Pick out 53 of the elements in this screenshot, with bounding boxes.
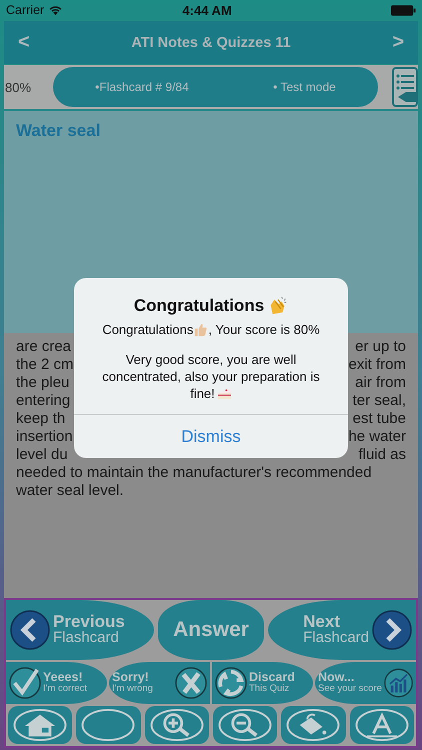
dismiss-button[interactable]: Dismiss [74,414,348,458]
body-text: fluid as [358,446,406,464]
body-text: needed to maintain the manufacturer's recommended [16,464,373,482]
correct-button[interactable]: Yeees! I'm correct [6,662,107,704]
body-text: air from [355,374,406,392]
body-text: entering [16,392,70,410]
cycle-arrows-icon [215,667,247,699]
next-flashcard-button[interactable]: Next Flashcard [268,600,416,660]
card-heading: Water seal [16,121,100,140]
answer-button[interactable]: Answer [158,600,264,660]
app-title: ATI Notes & Quizzes 11 [131,34,291,50]
body-text: level du [16,446,68,464]
font-button[interactable] [350,706,414,744]
body-text: the pleu [16,374,70,392]
body-text: keep th [16,410,66,428]
home-button[interactable] [8,706,72,744]
forward-button[interactable]: > [386,31,410,54]
back-button[interactable]: < [12,31,36,54]
notes-list-icon[interactable] [392,67,418,107]
previous-flashcard-button[interactable]: Previous Flashcard [6,600,154,660]
body-text: er up to [355,338,406,356]
carrier-label: Carrier [6,3,44,17]
zoom-in-button[interactable] [144,706,209,744]
body-text: he water [348,428,406,446]
cross-icon [175,667,207,699]
alert-title: Congratulations [134,296,264,316]
body-text: exit from [348,356,406,374]
score-percent: 80% [4,80,32,94]
discard-button[interactable]: Discard This Quiz [212,662,313,704]
body-text: are crea [16,338,72,356]
body-text: the 2 cm [16,356,74,374]
score-button[interactable]: Now... See your score [315,662,416,704]
blank-button[interactable] [76,706,141,744]
alert-message: , Your score is 80% [208,322,320,337]
chart-icon [384,667,413,699]
body-text: insertion [16,428,73,446]
thumbs-up-icon [193,322,208,337]
zoom-out-button[interactable] [212,706,278,744]
cake-icon [216,387,232,400]
alert-message: Congratulations [102,322,194,337]
wifi-icon [48,4,64,16]
alert-message: fine! [190,385,215,402]
wrong-button[interactable]: Sorry! I'm wrong [109,662,210,704]
clapping-hands-icon [268,296,288,316]
checkmark-icon [9,667,41,699]
mode-label: • Test mode [273,80,336,94]
battery-icon [391,4,416,16]
paint-bucket-button[interactable] [281,706,346,744]
body-text: est tube [352,410,406,428]
body-text: water seal level. [16,482,125,500]
status-time: 4:44 AM [181,2,233,18]
body-text: ter seal, [352,392,406,410]
flashcard-counter: •Flashcard # 9/84 [95,80,189,94]
